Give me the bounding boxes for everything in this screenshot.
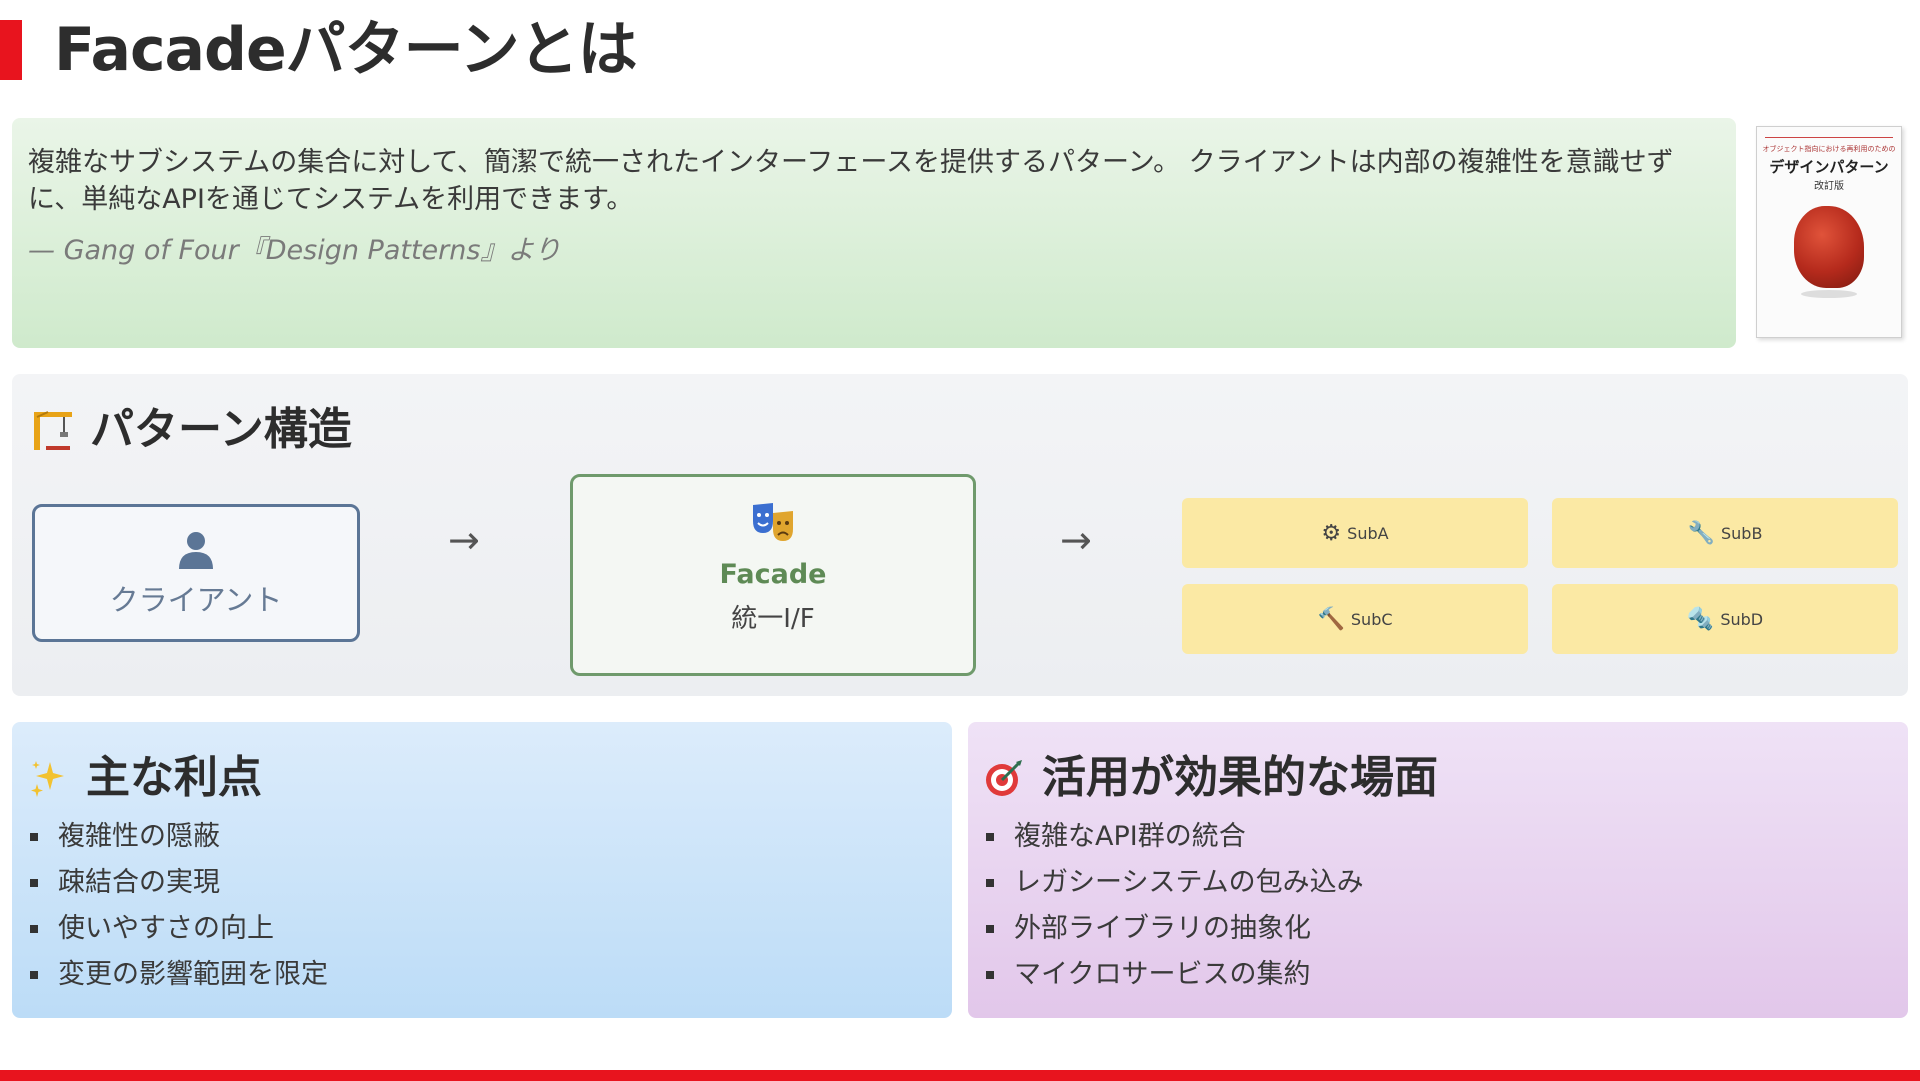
facade-sub-label: 統一I/F [731, 604, 815, 634]
benefit-text: 疎結合の実現 [58, 867, 220, 898]
bullet-marker [986, 833, 994, 841]
subsystem-label: SubA [1347, 523, 1389, 543]
list-item: 外部ライブラリの抽象化 [986, 906, 1364, 952]
target-icon [986, 760, 1022, 796]
theater-masks-icon [753, 503, 793, 541]
footer-accent-bar [0, 1070, 1920, 1081]
subsystem-grid: ⚙ SubA 🔧 SubB 🔨 SubC 🔩 SubD [1182, 498, 1898, 654]
bullet-marker [986, 925, 994, 933]
subsystem-label: SubB [1720, 523, 1763, 543]
bullet-marker [30, 879, 38, 887]
structure-heading: パターン構造 [28, 400, 352, 460]
list-item: 疎結合の実現 [30, 860, 328, 906]
page-title: Facadeパターンとは [54, 15, 638, 85]
structure-section: パターン構造 クライアント → Facade 統一I/F → ⚙ SubA 🔧 … [12, 374, 1908, 696]
list-item: 使いやすさの向上 [30, 906, 328, 952]
bullet-marker [986, 971, 994, 979]
use-case-text: 外部ライブラリの抽象化 [1014, 913, 1311, 944]
list-item: 変更の影響範囲を限定 [30, 952, 328, 998]
list-item: 複雑性の隠蔽 [30, 814, 328, 860]
facade-label: Facade [719, 559, 827, 590]
crane-icon [34, 411, 72, 450]
book-rock-illustration [1794, 206, 1864, 288]
arrow-client-to-facade: → [448, 518, 480, 562]
subsystem-c: 🔨 SubC [1182, 584, 1528, 654]
subsystem-a: ⚙ SubA [1182, 498, 1528, 568]
book-rule [1765, 137, 1893, 142]
definition-citation: — Gang of Four『Design Patterns』より [28, 235, 561, 266]
bullet-marker [986, 879, 994, 887]
gear-icon: ⚙ [1321, 520, 1342, 546]
benefit-text: 変更の影響範囲を限定 [58, 959, 328, 990]
person-icon [179, 532, 213, 569]
list-item: レガシーシステムの包み込み [986, 860, 1364, 906]
use-cases-heading: 活用が効果的な場面 [984, 748, 1438, 808]
subsystem-d: 🔩 SubD [1552, 584, 1898, 654]
book-rock-shadow [1801, 290, 1857, 298]
book-subtitle: オブジェクト指向における再利用のための [1762, 145, 1896, 153]
book-title: デザインパターン [1769, 158, 1889, 176]
benefits-heading-text: 主な利点 [86, 752, 262, 803]
use-cases-list: 複雑なAPI群の統合 レガシーシステムの包み込み 外部ライブラリの抽象化 マイク… [986, 814, 1364, 998]
nut-and-bolt-icon: 🔩 [1686, 606, 1715, 632]
use-cases-card: 活用が効果的な場面 複雑なAPI群の統合 レガシーシステムの包み込み 外部ライブ… [968, 722, 1908, 1018]
use-case-text: レガシーシステムの包み込み [1014, 867, 1364, 898]
subsystem-label: SubD [1720, 609, 1764, 629]
list-item: 複雑なAPI群の統合 [986, 814, 1364, 860]
benefit-text: 使いやすさの向上 [58, 913, 274, 944]
title-accent-bar [0, 20, 22, 80]
arrow-facade-to-subsystems: → [1060, 518, 1092, 562]
list-item: マイクロサービスの集約 [986, 952, 1364, 998]
benefits-card: 主な利点 複雑性の隠蔽 疎結合の実現 使いやすさの向上 変更の影響範囲を限定 [12, 722, 952, 1018]
use-case-text: マイクロサービスの集約 [1014, 959, 1311, 990]
use-case-text: 複雑なAPI群の統合 [1014, 821, 1246, 852]
benefit-text: 複雑性の隠蔽 [58, 821, 220, 852]
bullet-marker [30, 925, 38, 933]
definition-card: 複雑なサブシステムの集合に対して、簡潔で統一されたインターフェースを提供するパタ… [12, 118, 1736, 348]
client-box: クライアント [32, 504, 360, 642]
bullet-marker [30, 971, 38, 979]
book-edition: 改訂版 [1814, 181, 1844, 192]
definition-text: 複雑なサブシステムの集合に対して、簡潔で統一されたインターフェースを提供するパタ… [28, 147, 1674, 215]
bullet-marker [30, 833, 38, 841]
sparkles-icon [31, 761, 64, 797]
hammer-icon: 🔨 [1317, 606, 1345, 632]
book-cover-image: オブジェクト指向における再利用のための デザインパターン 改訂版 [1756, 126, 1902, 338]
subsystem-b: 🔧 SubB [1552, 498, 1898, 568]
client-label: クライアント [109, 583, 283, 617]
use-cases-heading-text: 活用が効果的な場面 [1042, 752, 1438, 803]
benefits-heading: 主な利点 [28, 748, 262, 808]
subsystem-label: SubC [1350, 609, 1393, 629]
benefits-list: 複雑性の隠蔽 疎結合の実現 使いやすさの向上 変更の影響範囲を限定 [30, 814, 328, 998]
wrench-icon: 🔧 [1687, 520, 1715, 546]
facade-box: Facade 統一I/F [570, 474, 976, 676]
structure-heading-text: パターン構造 [90, 404, 352, 455]
